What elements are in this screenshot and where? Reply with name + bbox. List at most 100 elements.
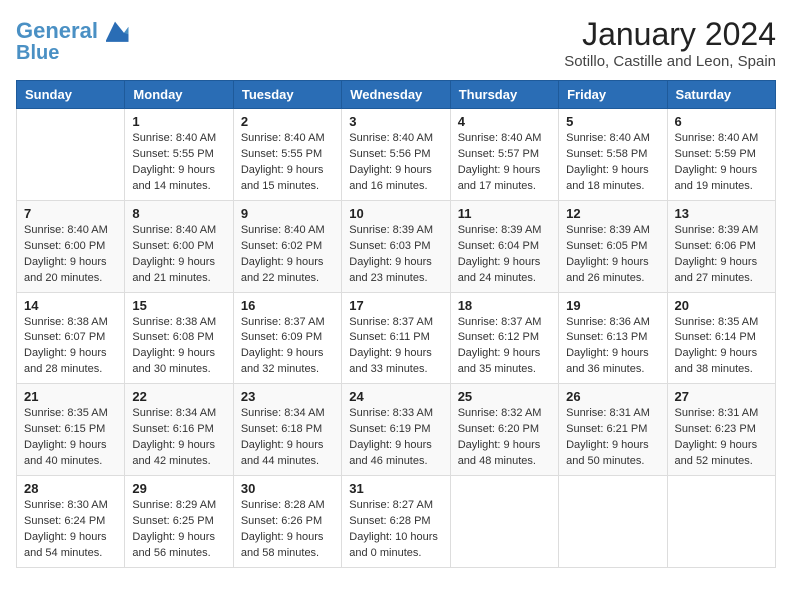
day-number: 22 — [132, 389, 225, 404]
weekday-header-monday: Monday — [125, 81, 233, 109]
day-number: 29 — [132, 481, 225, 496]
calendar-cell: 12 Sunrise: 8:39 AMSunset: 6:05 PMDayligh… — [559, 200, 667, 292]
calendar-cell: 21 Sunrise: 8:35 AMSunset: 6:15 PMDayligh… — [17, 384, 125, 476]
day-number: 15 — [132, 298, 225, 313]
location-subtitle: Sotillo, Castille and Leon, Spain — [564, 53, 776, 70]
calendar-week-4: 21 Sunrise: 8:35 AMSunset: 6:15 PMDayligh… — [17, 384, 776, 476]
calendar-cell: 30Sunrise: 8:28 AMSunset: 6:26 PMDayligh… — [233, 476, 341, 568]
calendar-cell: 8Sunrise: 8:40 AMSunset: 6:00 PMDaylight… — [125, 200, 233, 292]
calendar-cell: 6Sunrise: 8:40 AMSunset: 5:59 PMDaylight… — [667, 109, 775, 201]
day-info: Sunrise: 8:33 AMSunset: 6:19 PMDaylight:… — [349, 406, 442, 470]
calendar-cell: 17 Sunrise: 8:37 AMSunset: 6:11 PMDayligh… — [342, 292, 450, 384]
day-info: Sunrise: 8:28 AMSunset: 6:26 PMDaylight:… — [241, 498, 334, 562]
month-title: January 2024 — [564, 16, 776, 53]
day-info: Sunrise: 8:31 AMSunset: 6:23 PMDaylight:… — [675, 406, 768, 470]
day-info: Sunrise: 8:40 AMSunset: 5:55 PMDaylight:… — [241, 131, 334, 195]
calendar-cell: 5 Sunrise: 8:40 AMSunset: 5:58 PMDaylight… — [559, 109, 667, 201]
day-info: Sunrise: 8:40 AMSunset: 6:02 PMDaylight:… — [241, 223, 334, 287]
weekday-header-friday: Friday — [559, 81, 667, 109]
day-number: 26 — [566, 389, 659, 404]
day-number: 17 — [349, 298, 442, 313]
day-info: Sunrise: 8:38 AMSunset: 6:08 PMDaylight:… — [132, 315, 225, 379]
calendar-cell: 4 Sunrise: 8:40 AMSunset: 5:57 PMDaylight… — [450, 109, 558, 201]
day-number: 21 — [24, 389, 117, 404]
calendar-week-1: 1Sunrise: 8:40 AMSunset: 5:55 PMDaylight… — [17, 109, 776, 201]
logo-text: General — [16, 19, 98, 43]
day-info: Sunrise: 8:39 AMSunset: 6:04 PMDaylight:… — [458, 223, 551, 287]
day-info: Sunrise: 8:37 AMSunset: 6:09 PMDaylight:… — [241, 315, 334, 379]
calendar-cell: 28 Sunrise: 8:30 AMSunset: 6:24 PMDayligh… — [17, 476, 125, 568]
weekday-header-sunday: Sunday — [17, 81, 125, 109]
day-number: 13 — [675, 206, 768, 221]
weekday-header-saturday: Saturday — [667, 81, 775, 109]
day-number: 28 — [24, 481, 117, 496]
day-number: 4 — [458, 114, 551, 129]
calendar-cell: 18 Sunrise: 8:37 AMSunset: 6:12 PMDayligh… — [450, 292, 558, 384]
weekday-header-row: SundayMondayTuesdayWednesdayThursdayFrid… — [17, 81, 776, 109]
day-info: Sunrise: 8:32 AMSunset: 6:20 PMDaylight:… — [458, 406, 551, 470]
calendar-cell: 3 Sunrise: 8:40 AMSunset: 5:56 PMDaylight… — [342, 109, 450, 201]
day-info: Sunrise: 8:40 AMSunset: 5:56 PMDaylight:… — [349, 131, 442, 195]
logo: General Blue — [16, 16, 130, 64]
day-info: Sunrise: 8:27 AMSunset: 6:28 PMDaylight:… — [349, 498, 442, 562]
day-info: Sunrise: 8:36 AMSunset: 6:13 PMDaylight:… — [566, 315, 659, 379]
calendar-cell: 27 Sunrise: 8:31 AMSunset: 6:23 PMDayligh… — [667, 384, 775, 476]
day-number: 8 — [132, 206, 225, 221]
day-number: 14 — [24, 298, 117, 313]
calendar-cell: 26 Sunrise: 8:31 AMSunset: 6:21 PMDayligh… — [559, 384, 667, 476]
calendar-cell: 14 Sunrise: 8:38 AMSunset: 6:07 PMDayligh… — [17, 292, 125, 384]
calendar-week-2: 7 Sunrise: 8:40 AMSunset: 6:00 PMDaylight… — [17, 200, 776, 292]
day-info: Sunrise: 8:35 AMSunset: 6:14 PMDaylight:… — [675, 315, 768, 379]
day-number: 7 — [24, 206, 117, 221]
day-info: Sunrise: 8:39 AMSunset: 6:03 PMDaylight:… — [349, 223, 442, 287]
calendar-cell: 13 Sunrise: 8:39 AMSunset: 6:06 PMDayligh… — [667, 200, 775, 292]
calendar-week-3: 14 Sunrise: 8:38 AMSunset: 6:07 PMDayligh… — [17, 292, 776, 384]
calendar-cell: 10Sunrise: 8:39 AMSunset: 6:03 PMDayligh… — [342, 200, 450, 292]
day-info: Sunrise: 8:40 AMSunset: 5:58 PMDaylight:… — [566, 131, 659, 195]
day-info: Sunrise: 8:34 AMSunset: 6:16 PMDaylight:… — [132, 406, 225, 470]
calendar-cell: 29 Sunrise: 8:29 AMSunset: 6:25 PMDayligh… — [125, 476, 233, 568]
logo-icon — [100, 16, 130, 46]
day-info: Sunrise: 8:39 AMSunset: 6:05 PMDaylight:… — [566, 223, 659, 287]
day-info: Sunrise: 8:29 AMSunset: 6:25 PMDaylight:… — [132, 498, 225, 562]
day-number: 25 — [458, 389, 551, 404]
calendar-cell: 24Sunrise: 8:33 AMSunset: 6:19 PMDayligh… — [342, 384, 450, 476]
day-number: 9 — [241, 206, 334, 221]
day-number: 27 — [675, 389, 768, 404]
calendar-cell: 9 Sunrise: 8:40 AMSunset: 6:02 PMDaylight… — [233, 200, 341, 292]
day-info: Sunrise: 8:35 AMSunset: 6:15 PMDaylight:… — [24, 406, 117, 470]
day-info: Sunrise: 8:40 AMSunset: 6:00 PMDaylight:… — [24, 223, 117, 287]
calendar-cell: 31Sunrise: 8:27 AMSunset: 6:28 PMDayligh… — [342, 476, 450, 568]
day-number: 12 — [566, 206, 659, 221]
day-info: Sunrise: 8:37 AMSunset: 6:11 PMDaylight:… — [349, 315, 442, 379]
day-number: 5 — [566, 114, 659, 129]
calendar-cell: 22 Sunrise: 8:34 AMSunset: 6:16 PMDayligh… — [125, 384, 233, 476]
day-info: Sunrise: 8:40 AMSunset: 5:55 PMDaylight:… — [132, 131, 225, 195]
calendar-cell: 1Sunrise: 8:40 AMSunset: 5:55 PMDaylight… — [125, 109, 233, 201]
calendar-cell: 23Sunrise: 8:34 AMSunset: 6:18 PMDayligh… — [233, 384, 341, 476]
day-number: 3 — [349, 114, 442, 129]
day-info: Sunrise: 8:40 AMSunset: 5:57 PMDaylight:… — [458, 131, 551, 195]
day-number: 16 — [241, 298, 334, 313]
calendar-cell — [450, 476, 558, 568]
day-number: 2 — [241, 114, 334, 129]
calendar-cell: 19Sunrise: 8:36 AMSunset: 6:13 PMDayligh… — [559, 292, 667, 384]
day-number: 18 — [458, 298, 551, 313]
day-info: Sunrise: 8:37 AMSunset: 6:12 PMDaylight:… — [458, 315, 551, 379]
day-info: Sunrise: 8:40 AMSunset: 5:59 PMDaylight:… — [675, 131, 768, 195]
calendar-cell: 11Sunrise: 8:39 AMSunset: 6:04 PMDayligh… — [450, 200, 558, 292]
calendar-cell — [667, 476, 775, 568]
calendar-cell: 2 Sunrise: 8:40 AMSunset: 5:55 PMDaylight… — [233, 109, 341, 201]
weekday-header-tuesday: Tuesday — [233, 81, 341, 109]
day-info: Sunrise: 8:38 AMSunset: 6:07 PMDaylight:… — [24, 315, 117, 379]
day-info: Sunrise: 8:30 AMSunset: 6:24 PMDaylight:… — [24, 498, 117, 562]
calendar-cell: 16 Sunrise: 8:37 AMSunset: 6:09 PMDayligh… — [233, 292, 341, 384]
day-number: 23 — [241, 389, 334, 404]
day-info: Sunrise: 8:31 AMSunset: 6:21 PMDaylight:… — [566, 406, 659, 470]
calendar-table: SundayMondayTuesdayWednesdayThursdayFrid… — [16, 80, 776, 568]
calendar-cell — [17, 109, 125, 201]
calendar-cell: 7 Sunrise: 8:40 AMSunset: 6:00 PMDaylight… — [17, 200, 125, 292]
day-info: Sunrise: 8:39 AMSunset: 6:06 PMDaylight:… — [675, 223, 768, 287]
calendar-cell: 15 Sunrise: 8:38 AMSunset: 6:08 PMDayligh… — [125, 292, 233, 384]
calendar-cell — [559, 476, 667, 568]
